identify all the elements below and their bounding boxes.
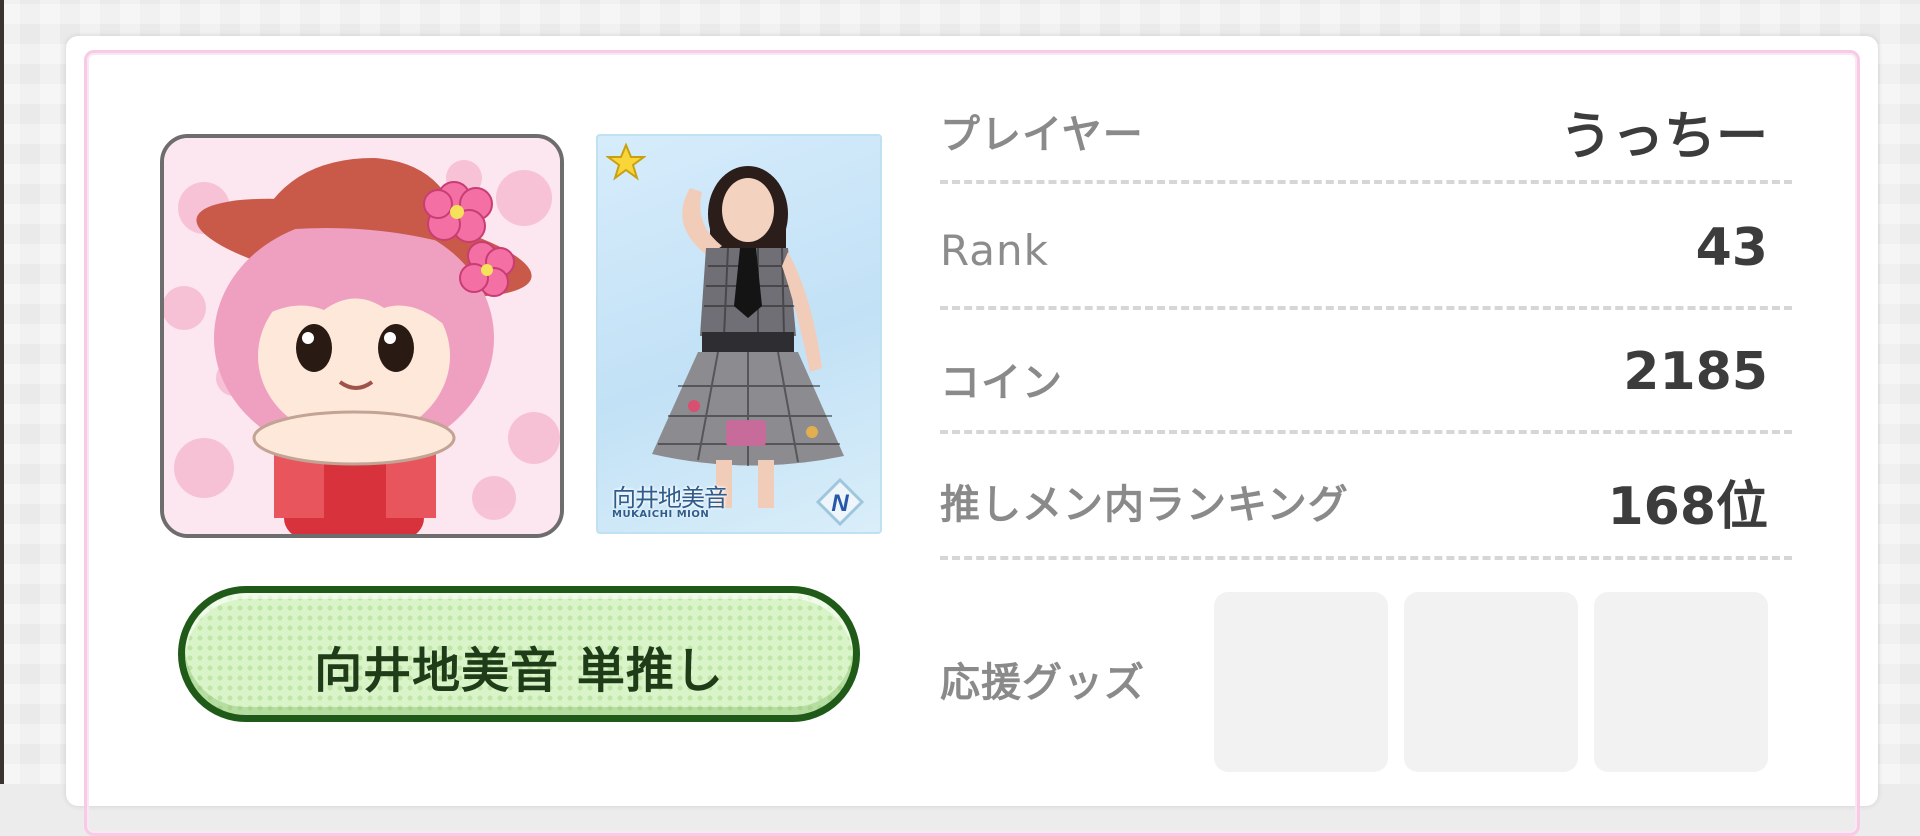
stat-row-coin: コイン 2185 [940,326,1792,416]
stat-row-player: プレイヤー うっちー [940,78,1792,168]
goods-slot[interactable] [1214,592,1388,772]
oshi-member-label: 向井地美音 単推し [314,643,724,699]
oshi-member-button[interactable]: 向井地美音 単推し [178,586,860,722]
member-photo [652,166,844,508]
stat-value-coin: 2185 [1623,342,1768,402]
stat-value-player: うっちー [1559,107,1768,167]
avatar-character-icon [164,138,560,534]
stat-row-oshi-ranking: 推しメン内ランキング 168位 [940,448,1792,538]
star-icon [606,142,646,181]
member-card[interactable]: 向井地美音 MUKAICHI MION N [596,134,882,534]
card-member-name: 向井地美音 [612,484,728,512]
stat-label-player: プレイヤー [940,112,1144,158]
rarity-letter: N [831,490,849,517]
divider [940,180,1792,184]
divider [940,556,1792,560]
card-member-romaji: MUKAICHI MION [612,509,710,520]
divider [940,430,1792,434]
stat-label-coin: コイン [940,360,1063,406]
rarity-badge: N [816,478,864,526]
stat-label-oshi-ranking: 推しメン内ランキング [940,482,1349,528]
goods-slot[interactable] [1594,592,1768,772]
stat-value-oshi-ranking: 168位 [1607,477,1768,537]
divider [940,306,1792,310]
stat-value-rank: 43 [1695,218,1768,278]
player-avatar[interactable] [160,134,564,538]
goods-slot[interactable] [1404,592,1578,772]
window-edge [0,0,4,784]
support-goods-label: 応援グッズ [940,660,1145,706]
stat-label-rank: Rank [940,226,1049,275]
stat-row-rank: Rank 43 [940,202,1792,292]
